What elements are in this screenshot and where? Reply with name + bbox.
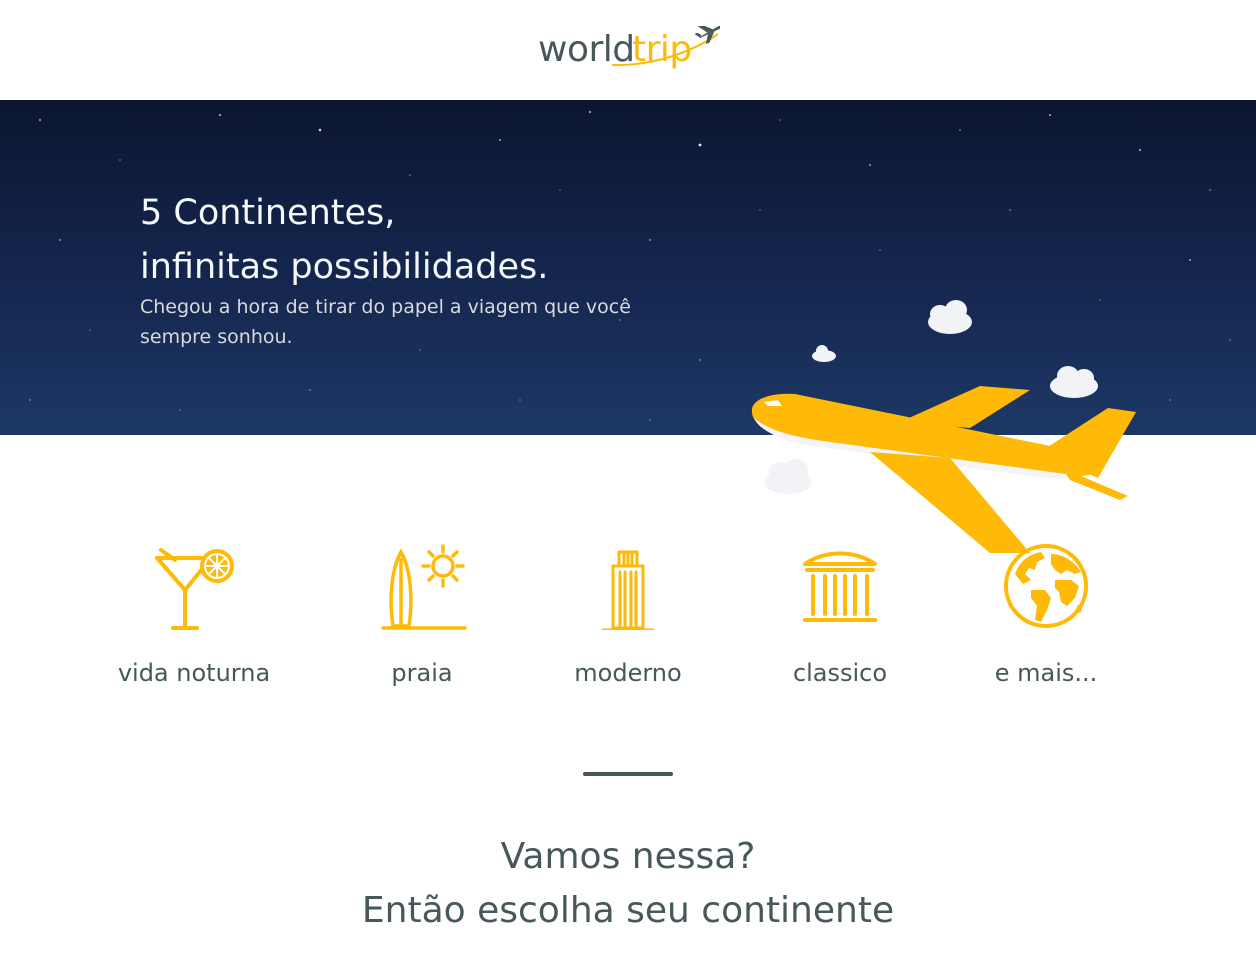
site-header: world trip — [0, 0, 1256, 100]
hero-subtitle: Chegou a hora de tirar do papel a viagem… — [140, 296, 631, 348]
section-divider — [583, 772, 673, 776]
cloud-icon — [1050, 366, 1098, 398]
cocktail-icon — [155, 548, 234, 630]
travel-type-label: praia — [391, 659, 453, 687]
airplane-icon — [611, 26, 720, 67]
worldtrip-logo[interactable]: world trip — [536, 26, 720, 76]
hero-title-line-1: 5 Continentes, — [140, 193, 396, 233]
hero-banner: 5 Continentes, infinitas possibilidades.… — [0, 100, 1256, 553]
travel-type-label: classico — [792, 659, 888, 687]
travel-type-label: moderno — [574, 659, 682, 687]
hero-title: 5 Continentes, infinitas possibilidades. — [140, 186, 700, 294]
travel-type-e-mais[interactable]: e mais... — [984, 540, 1108, 700]
globe-icon — [1004, 544, 1088, 628]
skyscraper-icon — [601, 550, 655, 630]
cta-line-2: Então escolha seu continente — [361, 890, 895, 931]
travel-type-moderno[interactable]: moderno — [566, 540, 690, 700]
travel-type-praia[interactable]: praia — [360, 540, 484, 700]
cloud-icon — [764, 459, 812, 494]
travel-type-classico[interactable]: classico — [778, 540, 902, 700]
cta-line-1: Vamos nessa? — [500, 836, 756, 877]
travel-type-vida-noturna[interactable]: vida noturna — [112, 540, 276, 700]
travel-type-label: vida noturna — [117, 659, 271, 687]
travel-type-label: e mais... — [994, 659, 1098, 687]
cloud-icon — [928, 300, 972, 334]
travel-types: vida noturna praia moderno classico e ma… — [0, 540, 1256, 700]
airplane-illustration — [751, 300, 1136, 553]
hero-title-line-2: infinitas possibilidades. — [140, 247, 549, 287]
museum-icon — [803, 551, 877, 622]
cloud-icon — [812, 345, 836, 362]
surfboard-sun-icon — [381, 544, 467, 630]
choose-continent-heading: Vamos nessa? Então escolha seu continent… — [0, 830, 1256, 938]
